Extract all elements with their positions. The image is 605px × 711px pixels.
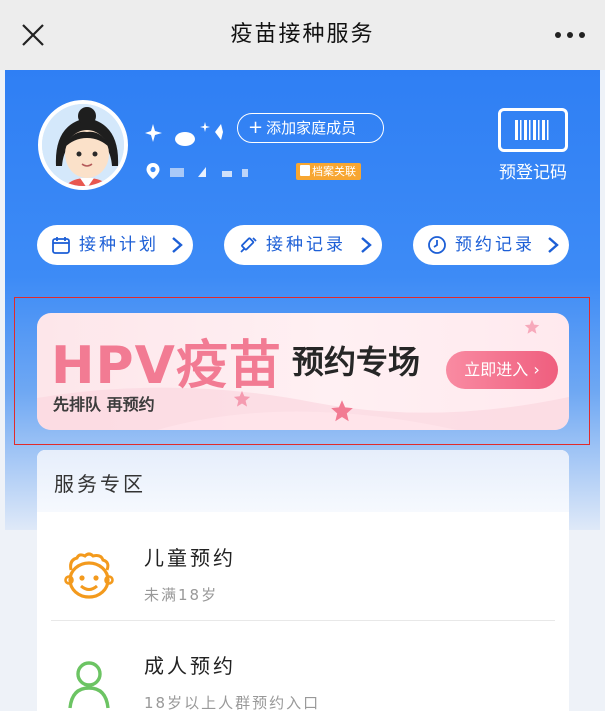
clock-icon [428, 236, 446, 254]
child-face-icon [64, 552, 114, 599]
plus-icon: + [248, 117, 264, 138]
chevron-right-icon [361, 237, 372, 253]
service-item-desc: 未满18岁 [144, 586, 219, 604]
adult-person-icon [68, 661, 110, 709]
service-item-name: 成人预约 [144, 654, 236, 678]
service-zone: 服务专区 儿童预约 未满18岁 成人预约 18岁以上人群预约入口 [37, 450, 569, 711]
banner-title-cn: 疫苗 [175, 336, 282, 396]
list-item-adult-appointment[interactable]: 成人预约 18岁以上人群预约入口 [37, 636, 569, 711]
service-item-name: 儿童预约 [144, 546, 236, 570]
registration-record-button[interactable]: 预登记码 [492, 108, 574, 186]
location-icon [146, 163, 160, 179]
page-title: 疫苗接种服务 [230, 22, 375, 47]
barcode-icon [498, 108, 568, 152]
add-family-label: 添加家庭成员 [266, 119, 357, 137]
registration-record-label: 预登记码 [499, 163, 567, 183]
quick-link-vaccination-plan[interactable]: 接种计划 [37, 225, 193, 265]
syringe-icon [240, 237, 257, 253]
quick-link-appointment-records[interactable]: 预约记录 [413, 225, 569, 265]
avatar[interactable] [38, 100, 128, 190]
banner-subtitle: 预约专场 [292, 343, 421, 381]
chevron-right-icon [548, 237, 559, 253]
banner-slogan: 先排队 再预约 [53, 395, 155, 414]
archive-icon [300, 165, 310, 176]
calendar-icon [52, 237, 70, 254]
archive-badge-label: 档案关联 [312, 165, 356, 178]
more-icon[interactable] [553, 26, 587, 44]
service-zone-header: 服务专区 [37, 450, 569, 512]
enter-now-button[interactable]: 立即进入 › [446, 351, 558, 389]
star-icon [331, 400, 353, 422]
star-icon [524, 319, 540, 334]
divider [51, 620, 555, 621]
banner-title: HPV疫苗 [51, 323, 282, 398]
quick-link-label: 接种记录 [266, 235, 346, 255]
quick-link-label: 预约记录 [455, 235, 535, 255]
chevron-right-icon [172, 237, 183, 253]
add-family-member-button[interactable]: + 添加家庭成员 [237, 113, 384, 143]
user-name-obscured [145, 122, 223, 146]
archive-linked-badge: 档案关联 [296, 163, 361, 180]
star-icon [233, 390, 251, 407]
address-obscured [170, 167, 248, 177]
list-item-child-appointment[interactable]: 儿童预约 未满18岁 [37, 528, 569, 628]
navbar: 疫苗接种服务 [0, 0, 605, 70]
service-zone-title: 服务专区 [54, 472, 146, 496]
banner-title-latin: HPV [51, 336, 176, 396]
hpv-banner[interactable]: HPV疫苗 预约专场 先排队 再预约 立即进入 › [37, 313, 569, 430]
quick-link-vaccination-records[interactable]: 接种记录 [224, 225, 382, 265]
service-item-desc: 18岁以上人群预约入口 [144, 694, 321, 711]
quick-link-label: 接种计划 [79, 235, 159, 255]
